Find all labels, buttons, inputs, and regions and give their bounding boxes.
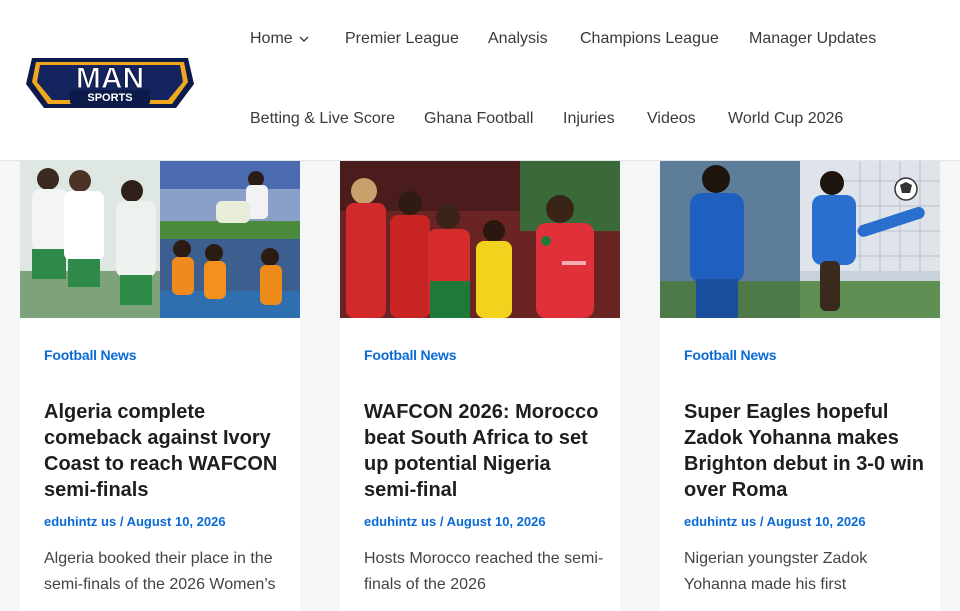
nav-home[interactable]: Home (250, 30, 309, 48)
meta-separator: / (116, 514, 127, 529)
nav-champions-league[interactable]: Champions League (580, 30, 719, 48)
post-category[interactable]: Football News (44, 347, 136, 363)
post-meta: eduhintz us / August 10, 2026 (364, 514, 546, 529)
post-title[interactable]: Super Eagles hopeful Zadok Yohanna makes… (684, 399, 924, 503)
post-excerpt: Hosts Morocco reached the semi-finals of… (364, 550, 604, 593)
man-sports-logo-icon: MAN SPORTS (26, 58, 194, 108)
football-photo-icon (340, 161, 620, 318)
post-thumbnail[interactable] (660, 161, 940, 318)
post-date: August 10, 2026 (446, 514, 546, 529)
nav-injuries[interactable]: Injuries (563, 110, 615, 128)
site-logo[interactable]: MAN SPORTS (26, 50, 194, 112)
nav-analysis[interactable]: Analysis (488, 30, 548, 48)
svg-text:SPORTS: SPORTS (87, 92, 132, 104)
post-thumbnail[interactable] (340, 161, 620, 318)
post-card: Football News WAFCON 2026: Morocco beat … (340, 161, 620, 611)
nav-videos[interactable]: Videos (647, 110, 696, 128)
football-photo-icon (20, 161, 300, 318)
post-meta: eduhintz us / August 10, 2026 (44, 514, 226, 529)
post-card: Football News Algeria complete comeback … (20, 161, 300, 611)
football-photo-icon (660, 161, 940, 318)
post-author[interactable]: eduhintz us (44, 514, 116, 529)
nav-world-cup[interactable]: World Cup 2026 (728, 110, 843, 128)
post-meta: eduhintz us / August 10, 2026 (684, 514, 866, 529)
nav-betting[interactable]: Betting & Live Score (250, 110, 395, 128)
meta-separator: / (436, 514, 447, 529)
post-date: August 10, 2026 (126, 514, 226, 529)
post-date: August 10, 2026 (766, 514, 866, 529)
site-header: MAN SPORTS Home Premier League Analysis … (0, 0, 960, 161)
post-author[interactable]: eduhintz us (364, 514, 436, 529)
post-category[interactable]: Football News (684, 347, 776, 363)
post-title[interactable]: Algeria complete comeback against Ivory … (44, 399, 284, 503)
post-card: Football News Super Eagles hopeful Zadok… (660, 161, 940, 611)
post-title[interactable]: WAFCON 2026: Morocco beat South Africa t… (364, 399, 604, 503)
nav-home-label: Home (250, 30, 293, 48)
chevron-down-icon (299, 30, 309, 48)
nav-ghana-football[interactable]: Ghana Football (424, 110, 533, 128)
meta-separator: / (756, 514, 767, 529)
post-author[interactable]: eduhintz us (684, 514, 756, 529)
post-excerpt: Nigerian youngster Zadok Yohanna made hi… (684, 550, 868, 593)
post-excerpt: Algeria booked their place in the semi-f… (44, 550, 276, 593)
nav-manager-updates[interactable]: Manager Updates (749, 30, 876, 48)
post-thumbnail[interactable] (20, 161, 300, 318)
nav-premier-league[interactable]: Premier League (345, 30, 459, 48)
post-category[interactable]: Football News (364, 347, 456, 363)
